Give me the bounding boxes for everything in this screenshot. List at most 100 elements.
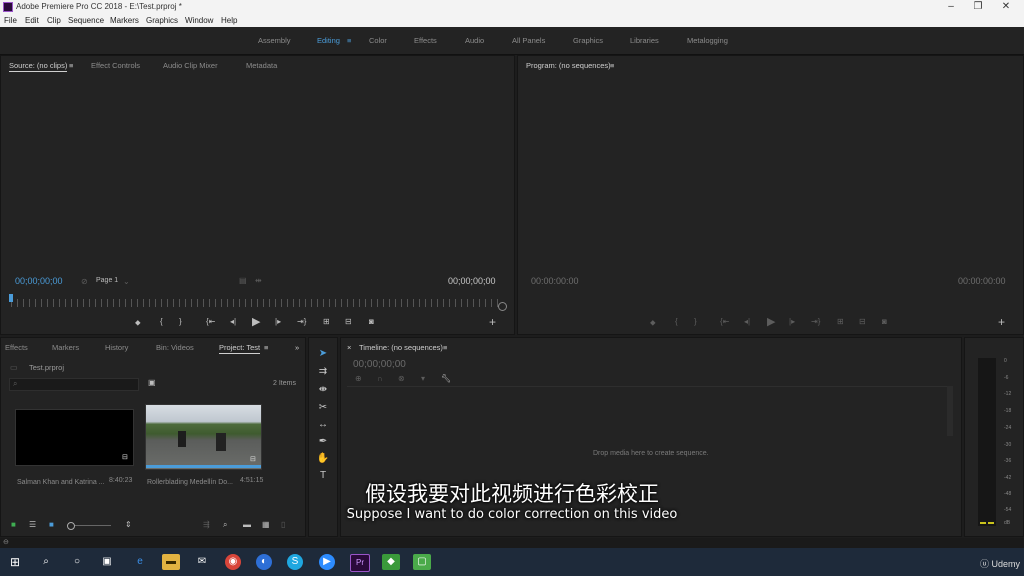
- tab-program[interactable]: Program: (no sequences): [526, 61, 611, 70]
- add-button-icon[interactable]: +: [489, 315, 496, 329]
- menu-sequence[interactable]: Sequence: [68, 16, 104, 25]
- restore-icon[interactable]: ❐: [971, 1, 985, 12]
- workspace-color[interactable]: Color: [369, 36, 387, 45]
- menu-file[interactable]: File: [4, 16, 17, 25]
- chat-icon[interactable]: ◐: [256, 554, 272, 570]
- program-step-back-icon[interactable]: ◂|: [744, 317, 750, 326]
- tab-project-test[interactable]: Project: Test: [219, 343, 261, 354]
- skype-icon[interactable]: S: [287, 554, 303, 570]
- source-timecode-current[interactable]: 00;00;00;00: [15, 276, 63, 286]
- program-add-marker-icon[interactable]: ⬥: [650, 318, 656, 328]
- workspace-all-panels[interactable]: All Panels: [512, 36, 545, 45]
- add-marker-icon[interactable]: ⬥: [135, 318, 141, 328]
- extract-icon[interactable]: ⊟: [859, 317, 866, 326]
- track-select-tool-icon[interactable]: ⇉: [313, 366, 333, 377]
- cortana-icon[interactable]: ○: [68, 554, 86, 570]
- timeline-timecode[interactable]: 00;00;00;00: [353, 359, 406, 370]
- workspace-editing[interactable]: Editing: [317, 36, 340, 45]
- workspace-effects[interactable]: Effects: [414, 36, 437, 45]
- selection-tool-icon[interactable]: ➤: [313, 348, 333, 359]
- source-panel-menu-icon[interactable]: ≡: [69, 61, 73, 70]
- menu-help[interactable]: Help: [221, 16, 237, 25]
- zoom-handle[interactable]: [498, 302, 507, 311]
- timeline-scrollbar[interactable]: [947, 386, 953, 436]
- go-to-out-icon[interactable]: ⇥}: [297, 317, 306, 326]
- tab-bin-videos[interactable]: Bin: Videos: [156, 343, 194, 352]
- play-icon[interactable]: ▶: [252, 315, 260, 328]
- zoom-slider-handle[interactable]: [67, 522, 75, 530]
- menu-window[interactable]: Window: [185, 16, 213, 25]
- workspace-menu-icon[interactable]: ≡: [347, 36, 351, 45]
- tab-effects[interactable]: Effects: [5, 343, 28, 352]
- program-timecode-current[interactable]: 00:00:00:00: [531, 276, 579, 286]
- tab-source[interactable]: Source: (no clips): [9, 61, 68, 72]
- program-panel-menu-icon[interactable]: ≡: [610, 61, 614, 70]
- nest-icon[interactable]: ⊕: [355, 374, 362, 383]
- lift-icon[interactable]: ⊞: [837, 317, 844, 326]
- chevron-down-icon[interactable]: ⌄: [123, 277, 130, 286]
- snap-icon[interactable]: ∩: [377, 374, 383, 383]
- timeline-close-icon[interactable]: ×: [347, 343, 351, 352]
- linked-selection-icon[interactable]: ⊗: [398, 374, 405, 383]
- file-explorer-icon[interactable]: ▬: [162, 554, 180, 570]
- panel-overflow-icon[interactable]: »: [295, 343, 299, 352]
- premiere-taskbar-icon[interactable]: Pr: [350, 554, 370, 572]
- clip-thumbnail-rollerblading[interactable]: ⊟: [145, 404, 262, 470]
- tab-history[interactable]: History: [105, 343, 128, 352]
- program-go-to-in-icon[interactable]: {⇤: [720, 317, 729, 326]
- clip-thumbnail-salman[interactable]: ⊟: [15, 409, 134, 466]
- windows-start-icon[interactable]: ⊞: [6, 554, 24, 570]
- project-search-input[interactable]: ⌕: [9, 378, 139, 391]
- settings-icon[interactable]: ▤: [239, 276, 247, 285]
- menu-edit[interactable]: Edit: [25, 16, 39, 25]
- workspace-assembly[interactable]: Assembly: [258, 36, 291, 45]
- menu-graphics[interactable]: Graphics: [146, 16, 178, 25]
- search-taskbar-icon[interactable]: ⌕: [37, 554, 55, 570]
- edge-icon[interactable]: e: [131, 554, 149, 570]
- program-play-icon[interactable]: ▶: [767, 315, 775, 328]
- overwrite-icon[interactable]: ⊟: [345, 317, 352, 326]
- menu-markers[interactable]: Markers: [110, 16, 139, 25]
- insert-icon[interactable]: ⊞: [323, 317, 330, 326]
- step-forward-icon[interactable]: |▸: [275, 317, 281, 326]
- workspace-metalogging[interactable]: Metalogging: [687, 36, 728, 45]
- razor-tool-icon[interactable]: ✂: [313, 402, 333, 413]
- timeline-panel-menu-icon[interactable]: ≡: [443, 343, 447, 352]
- step-back-icon[interactable]: ◂|: [230, 317, 236, 326]
- zoom-icon[interactable]: ▶: [319, 554, 335, 570]
- source-playhead[interactable]: [9, 294, 13, 302]
- mark-in-icon[interactable]: {: [160, 317, 163, 326]
- tab-timeline[interactable]: Timeline: (no sequences): [359, 343, 443, 352]
- tab-effect-controls[interactable]: Effect Controls: [91, 61, 140, 70]
- camera-icon[interactable]: ◙: [369, 317, 374, 326]
- workspace-audio[interactable]: Audio: [465, 36, 484, 45]
- workspace-libraries[interactable]: Libraries: [630, 36, 659, 45]
- tab-markers[interactable]: Markers: [52, 343, 79, 352]
- mail-icon[interactable]: ✉: [193, 554, 211, 570]
- program-mark-in-icon[interactable]: {: [675, 317, 678, 326]
- mark-out-icon[interactable]: }: [179, 317, 182, 326]
- program-mark-out-icon[interactable]: }: [694, 317, 697, 326]
- minimize-icon[interactable]: –: [944, 1, 958, 12]
- tab-audio-clip-mixer[interactable]: Audio Clip Mixer: [163, 61, 218, 70]
- go-to-in-icon[interactable]: {⇤: [206, 317, 215, 326]
- program-add-button-icon[interactable]: +: [998, 315, 1005, 329]
- add-marker-timeline-icon[interactable]: ▾: [421, 374, 425, 383]
- workspace-graphics[interactable]: Graphics: [573, 36, 603, 45]
- ripple-edit-tool-icon[interactable]: ⇼: [313, 384, 333, 395]
- camtasia-icon[interactable]: ◆: [382, 554, 400, 570]
- close-icon[interactable]: ✕: [999, 1, 1013, 12]
- program-go-to-out-icon[interactable]: ⇥}: [811, 317, 820, 326]
- fit-dropdown-icon[interactable]: ⊘: [81, 277, 88, 286]
- menu-clip[interactable]: Clip: [47, 16, 61, 25]
- program-camera-icon[interactable]: ◙: [882, 317, 887, 326]
- chrome-icon[interactable]: ◉: [225, 554, 241, 570]
- wrench-icon[interactable]: 🔧︎: [441, 374, 451, 383]
- camtasia-recorder-icon[interactable]: ▢: [413, 554, 431, 570]
- page-dropdown[interactable]: Page 1: [96, 277, 118, 284]
- new-bin-from-search-icon[interactable]: ▣: [148, 378, 156, 387]
- drag-video-icon[interactable]: ⇹: [255, 276, 262, 285]
- slip-tool-icon[interactable]: ↔: [313, 419, 333, 430]
- program-step-forward-icon[interactable]: |▸: [789, 317, 795, 326]
- tab-metadata[interactable]: Metadata: [246, 61, 277, 70]
